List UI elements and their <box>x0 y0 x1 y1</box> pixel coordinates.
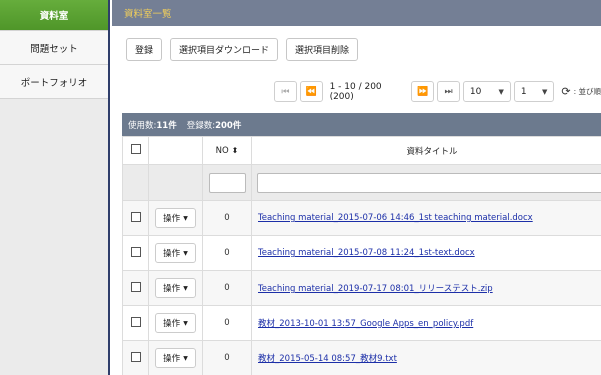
used-value: 11件 <box>156 120 177 131</box>
table-row: 操作 ▼ 0 Teaching material_2019-07-17 08:01… <box>122 270 601 306</box>
title-header-label: 資料タイトル <box>406 146 458 157</box>
registered-label: 登録数: <box>186 120 216 131</box>
sidebar: 資料室 問題セット ポートフォリオ <box>0 0 110 375</box>
row-no: 0 <box>202 270 252 306</box>
row-no: 0 <box>202 235 252 271</box>
sidebar-item-label: 資料室 <box>39 11 69 22</box>
register-button[interactable]: 登録 <box>126 38 163 61</box>
chevron-down-icon: ▼ <box>183 249 188 257</box>
next-page-icon: ⏩ <box>417 86 429 97</box>
page-info: 1 - 10 / 200 (200) <box>329 81 382 102</box>
next-page-button[interactable]: ⏩ <box>411 81 435 102</box>
last-page-icon: ⏭ <box>444 86 453 97</box>
table-header-row: NO ⬍ 資料タイトル <box>122 136 601 165</box>
pagination: ⏮ ⏪ 1 - 10 / 200 (200) ⏩ ⏭ 10 ▼ 1 ▼ ⟳ : 並び… <box>274 81 601 102</box>
refresh-icon[interactable]: ⟳ <box>561 85 570 98</box>
first-page-icon: ⏮ <box>281 86 290 97</box>
material-title-link[interactable]: 教材_2013-10-01 13:57_Google Apps_en_polic… <box>252 319 473 329</box>
material-title-link[interactable]: Teaching material_2015-07-08 11:24_1st-t… <box>252 248 475 258</box>
download-selected-button[interactable]: 選択項目ダウンロード <box>170 38 279 61</box>
operation-button[interactable]: 操作 ▼ <box>155 313 196 333</box>
sidebar-item-label: 問題セット <box>30 43 78 55</box>
no-filter-input[interactable] <box>208 172 246 193</box>
page-size-value: 10 <box>469 86 482 97</box>
table-row: 操作 ▼ 0 Teaching material_2015-07-06 14:46… <box>122 200 601 236</box>
prev-page-icon: ⏪ <box>305 86 317 97</box>
sidebar-item-materials[interactable]: 資料室 <box>0 0 108 31</box>
row-no: 0 <box>202 305 252 341</box>
row-checkbox[interactable] <box>130 246 141 257</box>
sort-order-text: : 並び順 <box>573 87 601 96</box>
delete-selected-button[interactable]: 選択項目削除 <box>286 38 359 61</box>
operation-button[interactable]: 操作 ▼ <box>155 243 196 263</box>
material-title-link[interactable]: Teaching material_2019-07-17 08:01_リリーステ… <box>252 284 493 294</box>
chevron-down-icon: ▼ <box>183 354 188 362</box>
page-size-select[interactable]: 10 ▼ <box>462 81 511 102</box>
material-title-link[interactable]: Teaching material_2015-07-06 14:46_1st t… <box>252 213 533 223</box>
op-header <box>148 136 203 165</box>
no-header-label: NO <box>215 145 229 156</box>
sidebar-item-portfolio[interactable]: ポートフォリオ <box>0 65 108 99</box>
operation-button[interactable]: 操作 ▼ <box>155 208 196 228</box>
main-content: 資料室一覧 登録 選択項目ダウンロード 選択項目削除 ⏮ ⏪ 1 - 10 / … <box>112 0 601 375</box>
sidebar-item-question-sets[interactable]: 問題セット <box>0 31 108 65</box>
used-label: 使用数: <box>128 120 157 131</box>
usage-stats-bar: 使用数: 11件 登録数: 200件 <box>122 113 601 136</box>
chevron-down-icon: ▼ <box>498 87 504 96</box>
filter-row <box>122 164 601 201</box>
first-page-button[interactable]: ⏮ <box>274 81 297 102</box>
row-checkbox[interactable] <box>130 281 141 292</box>
table-row: 操作 ▼ 0 教材_2013-10-01 13:57_Google Apps_en… <box>122 305 601 341</box>
operation-button[interactable]: 操作 ▼ <box>155 348 196 368</box>
select-all-cell <box>122 136 149 165</box>
page-header: 資料室一覧 <box>112 0 601 26</box>
registered-value: 200件 <box>215 120 242 131</box>
operation-button[interactable]: 操作 ▼ <box>155 278 196 298</box>
chevron-down-icon: ▼ <box>541 87 548 96</box>
page-title: 資料室一覧 <box>124 9 172 20</box>
title-column-header: 資料タイトル <box>251 136 601 165</box>
table-row: 操作 ▼ 0 教材_2015-05-14 08:57_教材9.txt <box>122 340 601 375</box>
chevron-down-icon: ▼ <box>183 319 188 327</box>
title-filter-input[interactable] <box>257 172 601 193</box>
no-column-header[interactable]: NO ⬍ <box>202 136 252 165</box>
materials-table: NO ⬍ 資料タイトル 操作 ▼ 0 Teaching material_2015-… <box>122 136 601 375</box>
prev-page-button[interactable]: ⏪ <box>299 81 323 102</box>
toolbar: 登録 選択項目ダウンロード 選択項目削除 <box>126 38 359 61</box>
row-checkbox[interactable] <box>130 211 141 222</box>
row-checkbox[interactable] <box>130 351 141 362</box>
row-no: 0 <box>202 200 252 236</box>
chevron-down-icon: ▼ <box>183 214 188 222</box>
chevron-down-icon: ▼ <box>183 284 188 292</box>
material-title-link[interactable]: 教材_2015-05-14 08:57_教材9.txt <box>252 354 397 364</box>
select-all-checkbox[interactable] <box>130 144 141 154</box>
page-select[interactable]: 1 ▼ <box>513 81 555 102</box>
last-page-button[interactable]: ⏭ <box>437 81 460 102</box>
table-row: 操作 ▼ 0 Teaching material_2015-07-08 11:24… <box>122 235 601 271</box>
row-no: 0 <box>202 340 252 375</box>
page-value: 1 <box>520 86 527 97</box>
sidebar-item-label: ポートフォリオ <box>20 77 88 89</box>
sort-icon: ⬍ <box>231 145 239 155</box>
row-checkbox[interactable] <box>130 316 141 327</box>
